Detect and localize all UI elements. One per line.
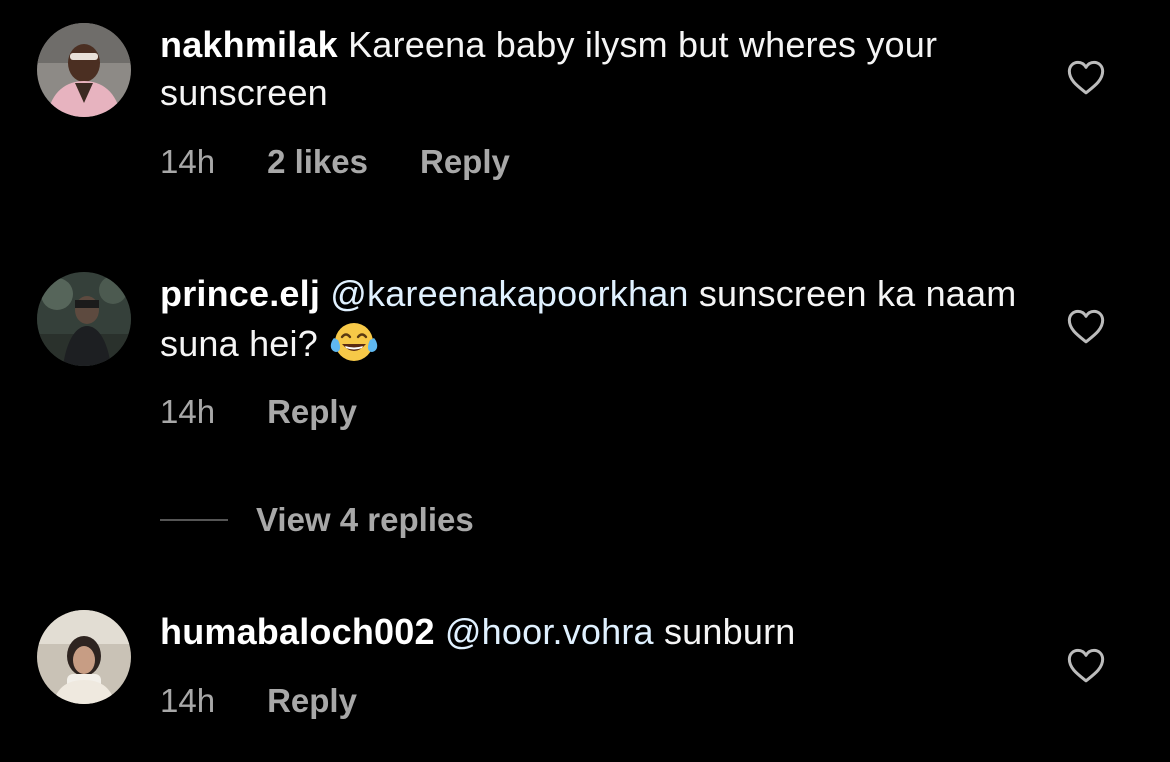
- comment-meta: 14h 2 likes Reply: [160, 142, 510, 182]
- timestamp: 14h: [160, 682, 216, 719]
- comment-meta: 14h Reply: [160, 392, 357, 432]
- woman-room-avatar: [37, 610, 131, 704]
- woman-pink-jacket-avatar: [37, 23, 131, 117]
- username[interactable]: nakhmilak: [160, 24, 338, 65]
- comment-text: humabaloch002 @hoor.vohra sunburn: [160, 608, 1020, 656]
- mention-link[interactable]: @hoor.vohra: [445, 611, 654, 652]
- heart-outline-icon[interactable]: [1066, 646, 1106, 684]
- username[interactable]: prince.elj: [160, 273, 320, 314]
- heart-outline-icon[interactable]: [1066, 307, 1106, 345]
- man-garden-avatar: [37, 272, 131, 366]
- heart-outline-icon[interactable]: [1066, 58, 1106, 96]
- username[interactable]: humabaloch002: [160, 611, 435, 652]
- face-with-tears-of-joy-icon: [328, 318, 380, 364]
- avatar[interactable]: [37, 272, 131, 366]
- reply-button[interactable]: Reply: [267, 392, 357, 432]
- avatar[interactable]: [37, 23, 131, 117]
- view-replies-label: View 4 replies: [256, 501, 474, 538]
- avatar[interactable]: [37, 610, 131, 704]
- comment-text: prince.elj @kareenakapoorkhan sunscreen …: [160, 270, 1020, 368]
- comment-meta: 14h Reply: [160, 681, 357, 721]
- mention-link[interactable]: @kareenakapoorkhan: [330, 273, 688, 314]
- divider-line: [160, 519, 228, 521]
- comment-text: nakhmilak Kareena baby ilysm but wheres …: [160, 21, 1020, 117]
- comment-body: sunburn: [663, 611, 796, 652]
- timestamp: 14h: [160, 393, 216, 430]
- reply-button[interactable]: Reply: [267, 681, 357, 721]
- view-replies-button[interactable]: View 4 replies: [160, 500, 474, 540]
- likes-count[interactable]: 2 likes: [267, 142, 368, 182]
- timestamp: 14h: [160, 143, 216, 180]
- reply-button[interactable]: Reply: [420, 142, 510, 182]
